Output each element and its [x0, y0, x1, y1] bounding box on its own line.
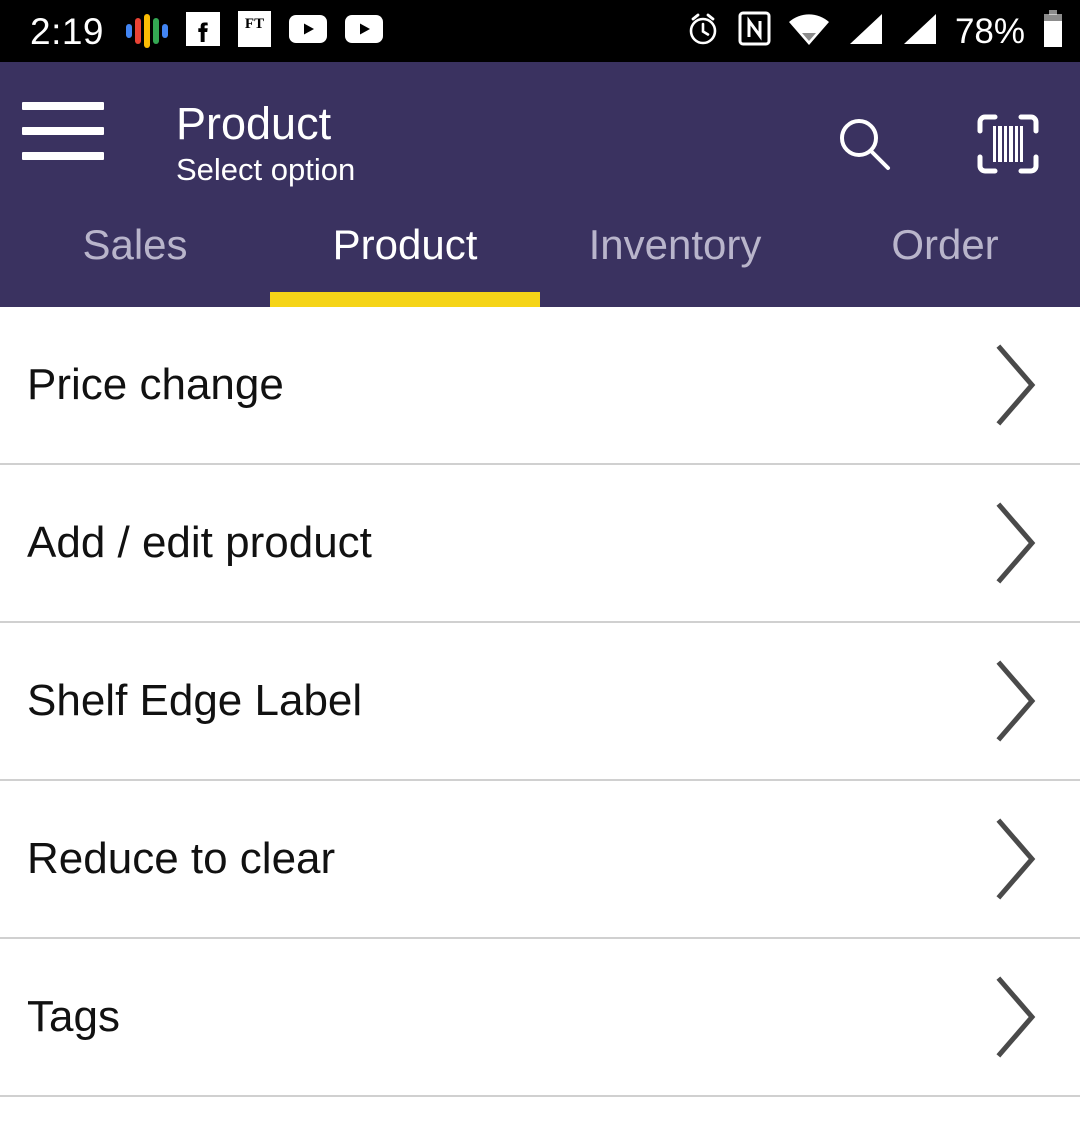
header-title-block: Product Select option: [176, 98, 832, 189]
list-item-label: Tags: [27, 992, 120, 1041]
page-title: Product: [176, 98, 332, 149]
battery-percentage-label: 78%: [954, 11, 1025, 51]
header-actions: [832, 112, 1040, 176]
list-item-reduce-to-clear[interactable]: Reduce to clear: [0, 781, 1080, 939]
status-bar-clock: 2:19: [30, 10, 105, 52]
tab-label: Order: [891, 221, 999, 268]
list-item-label: Price change: [27, 360, 284, 409]
list-item-label: Shelf Edge Label: [27, 676, 363, 725]
tab-label: Product: [332, 221, 478, 268]
chevron-right-icon: [990, 816, 1042, 902]
barcode-scan-icon[interactable]: [976, 112, 1040, 176]
search-icon[interactable]: [832, 112, 896, 176]
alarm-clock-icon: [685, 11, 721, 52]
google-podcasts-icon: [126, 14, 169, 48]
tab-bar: Sales Product Inventory Order: [0, 208, 1080, 307]
tab-indicator: [540, 292, 810, 307]
status-bar: 2:19 FT 78%: [0, 0, 1080, 62]
list-item-label: Add / edit product: [27, 518, 372, 567]
financial-times-icon: FT: [238, 10, 272, 52]
chevron-right-icon: [990, 342, 1042, 428]
battery-icon: [1042, 9, 1064, 53]
tab-label: Inventory: [588, 221, 762, 268]
status-bar-notification-icons: FT: [126, 10, 384, 52]
chevron-right-icon: [990, 658, 1042, 744]
list-item-shelf-edge-label[interactable]: Shelf Edge Label: [0, 623, 1080, 781]
option-list: Price change Add / edit product Shelf Ed…: [0, 307, 1080, 1097]
tab-indicator-active: [270, 292, 540, 307]
wifi-icon: [788, 12, 830, 51]
facebook-icon: [186, 11, 221, 51]
chevron-right-icon: [990, 974, 1042, 1060]
page-subtitle: Select option: [176, 152, 356, 187]
signal-bars-icon: [901, 12, 938, 51]
youtube-icon: [289, 14, 328, 48]
signal-bars-icon: [847, 12, 884, 51]
list-item-tags[interactable]: Tags: [0, 939, 1080, 1097]
tab-order[interactable]: Order: [810, 208, 1080, 307]
svg-text:FT: FT: [245, 16, 264, 32]
tab-indicator: [810, 292, 1080, 307]
tab-inventory[interactable]: Inventory: [540, 208, 810, 307]
youtube-icon: [345, 14, 384, 48]
nfc-icon: [738, 11, 771, 51]
tab-indicator: [0, 292, 270, 307]
status-bar-system-icons: 78%: [685, 9, 1064, 53]
list-item-label: Reduce to clear: [27, 834, 336, 883]
tab-label: Sales: [82, 221, 188, 268]
tab-sales[interactable]: Sales: [0, 208, 270, 307]
list-item-add-edit-product[interactable]: Add / edit product: [0, 465, 1080, 623]
header-top-row: Product Select option: [0, 62, 1080, 208]
list-item-price-change[interactable]: Price change: [0, 307, 1080, 465]
hamburger-menu-icon[interactable]: [22, 102, 104, 160]
app-header: Product Select option Sales Product Inve…: [0, 62, 1080, 307]
chevron-right-icon: [990, 500, 1042, 586]
tab-product[interactable]: Product: [270, 208, 540, 307]
app-root: 2:19 FT 78% Product Select option Sales …: [0, 0, 1080, 1143]
